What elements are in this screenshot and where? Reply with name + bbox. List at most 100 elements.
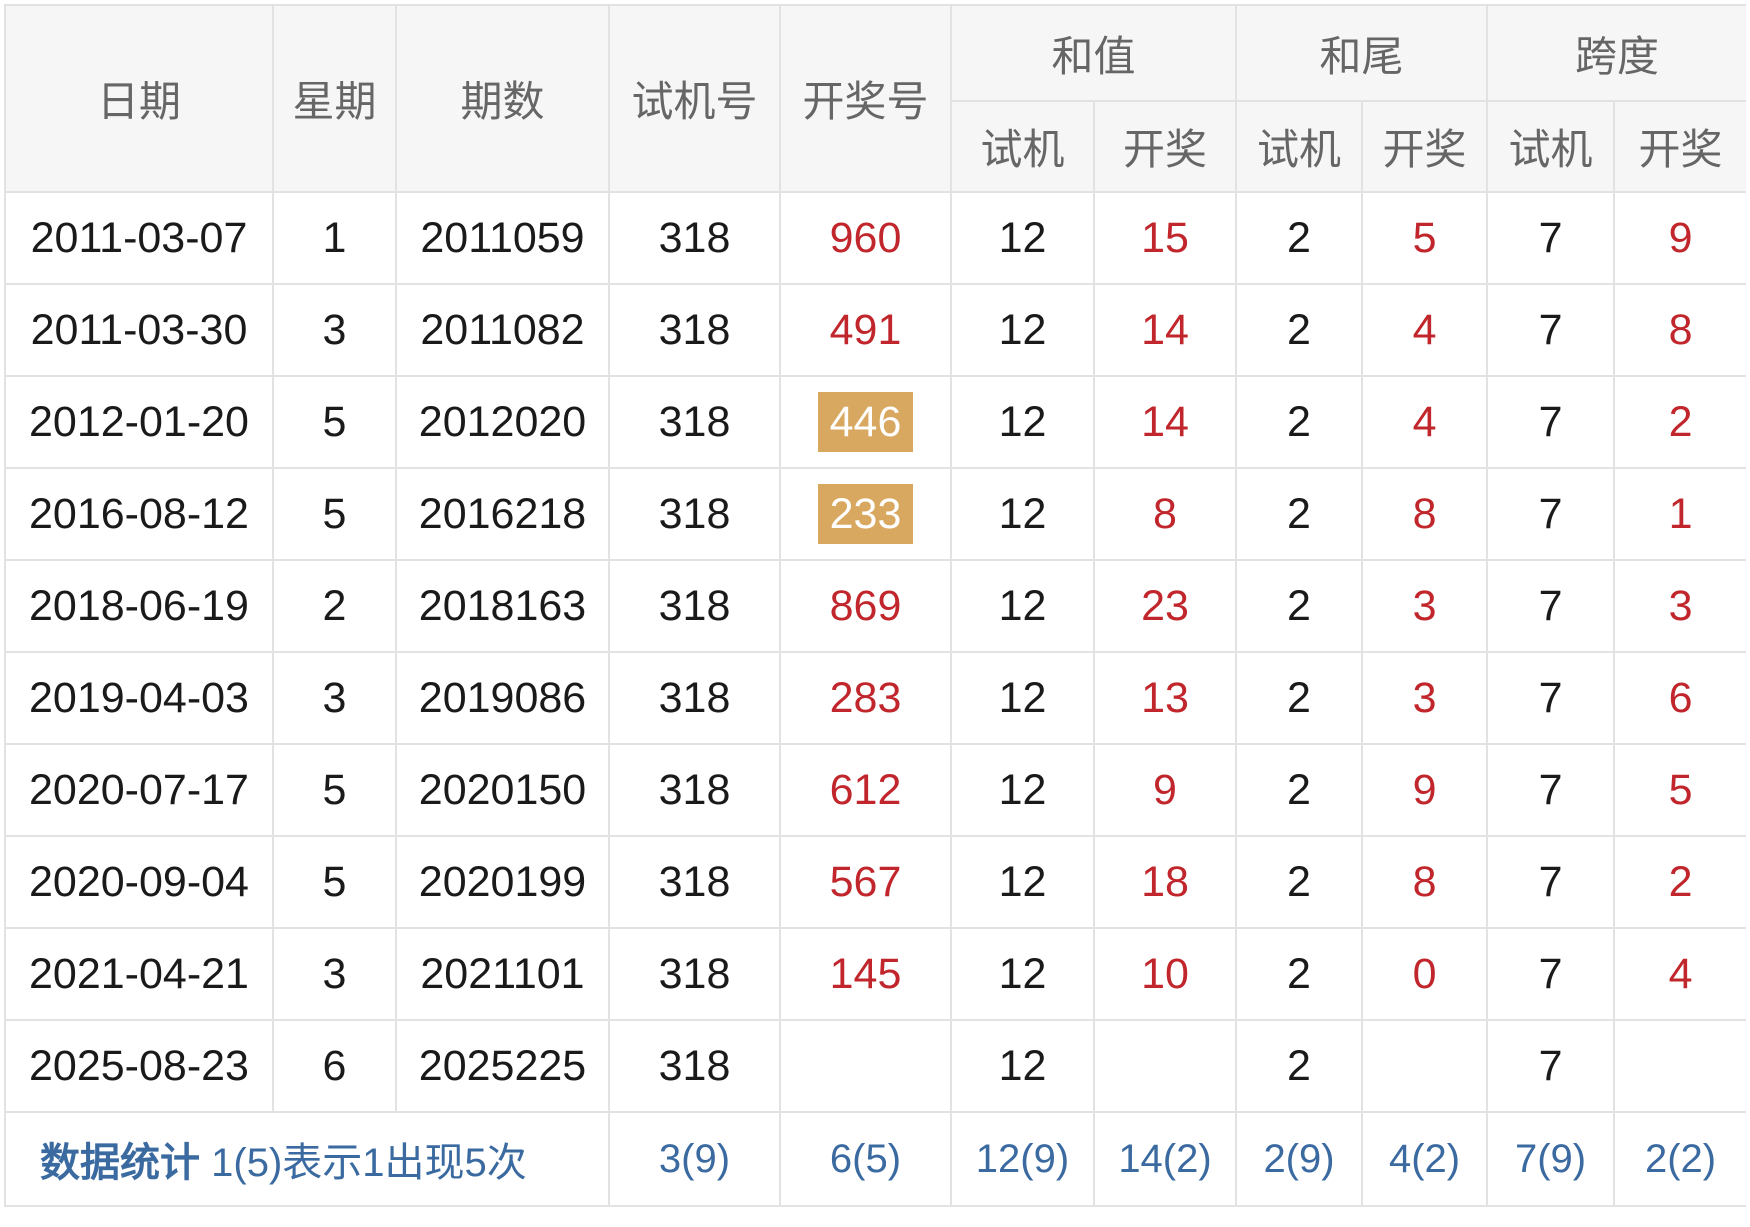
cell-draw-number: 491 bbox=[779, 283, 952, 377]
cell-span-trial: 7 bbox=[1486, 651, 1616, 745]
cell-issue: 2021101 bbox=[395, 927, 610, 1021]
cell-sum-draw: 14 bbox=[1092, 375, 1238, 469]
cell-span-draw: 8 bbox=[1613, 283, 1746, 377]
cell-draw-number: 233 bbox=[779, 467, 952, 561]
table-row: 2019-04-03 3 2019086 318 283 12 13 2 3 7 6 bbox=[4, 651, 1746, 745]
cell-span-trial: 7 bbox=[1486, 835, 1616, 929]
cell-draw-number: 960 bbox=[779, 191, 952, 285]
stats-sum-trial: 12(9) bbox=[950, 1111, 1095, 1207]
cell-sum-trial: 12 bbox=[950, 651, 1095, 745]
cell-tail-draw: 8 bbox=[1361, 467, 1489, 561]
cell-span-trial: 7 bbox=[1486, 743, 1616, 837]
cell-span-trial: 7 bbox=[1486, 283, 1616, 377]
table-body: 2011-03-07 1 2011059 318 960 12 15 2 5 7 9 2011-03-… bbox=[4, 191, 1746, 1113]
cell-span-draw: 2 bbox=[1613, 375, 1746, 469]
cell-sum-draw: 8 bbox=[1092, 467, 1238, 561]
cell-span-trial: 7 bbox=[1486, 559, 1616, 653]
cell-weekday: 5 bbox=[272, 375, 397, 469]
draw-number-highlight: 446 bbox=[817, 392, 914, 452]
cell-span-draw: 1 bbox=[1613, 467, 1746, 561]
cell-trial-number: 318 bbox=[608, 467, 781, 561]
cell-tail-trial: 2 bbox=[1235, 651, 1364, 745]
table-row: 2025-08-23 6 2025225 318 12 2 7 bbox=[4, 1019, 1746, 1113]
cell-draw-number: 145 bbox=[779, 927, 952, 1021]
trial-number-history-table: 日期 星期 期数 试机号 开奖号 和值 和尾 跨度 试机 开奖 试机 开奖 试机… bbox=[4, 4, 1746, 1207]
stats-label: 数据统计 1(5)表示1出现5次 bbox=[4, 1111, 610, 1207]
cell-tail-trial: 2 bbox=[1235, 283, 1364, 377]
cell-trial-number: 318 bbox=[608, 1019, 781, 1113]
cell-sum-draw bbox=[1092, 1019, 1238, 1113]
header-row-primary: 日期 星期 期数 试机号 开奖号 和值 和尾 跨度 bbox=[4, 4, 1746, 193]
cell-tail-draw: 4 bbox=[1361, 283, 1489, 377]
header-sum: 和值 bbox=[949, 4, 1238, 102]
lottery-history-panel: 日期 星期 期数 试机号 开奖号 和值 和尾 跨度 试机 开奖 试机 开奖 试机… bbox=[4, 4, 1746, 1222]
table-row: 2011-03-07 1 2011059 318 960 12 15 2 5 7 9 bbox=[4, 191, 1746, 285]
header-date: 日期 bbox=[4, 4, 274, 193]
cell-date: 2011-03-07 bbox=[4, 191, 274, 285]
cell-sum-draw: 18 bbox=[1092, 835, 1238, 929]
cell-issue: 2011082 bbox=[395, 283, 610, 377]
cell-span-draw: 9 bbox=[1613, 191, 1746, 285]
cell-span-trial: 7 bbox=[1486, 467, 1616, 561]
cell-draw-number bbox=[779, 1019, 952, 1113]
cell-sum-trial: 12 bbox=[950, 191, 1095, 285]
cell-sum-trial: 12 bbox=[950, 559, 1095, 653]
cell-tail-draw bbox=[1361, 1019, 1489, 1113]
stats-span-trial: 7(9) bbox=[1486, 1111, 1616, 1207]
cell-weekday: 1 bbox=[272, 191, 397, 285]
cell-span-trial: 7 bbox=[1486, 375, 1616, 469]
cell-trial-number: 318 bbox=[608, 191, 781, 285]
cell-date: 2025-08-23 bbox=[4, 1019, 274, 1113]
cell-tail-trial: 2 bbox=[1235, 191, 1364, 285]
header-tail-trial: 试机 bbox=[1235, 100, 1364, 193]
cell-sum-trial: 12 bbox=[950, 375, 1095, 469]
cell-trial-number: 318 bbox=[608, 743, 781, 837]
cell-trial-number: 318 bbox=[608, 559, 781, 653]
table-row: 2018-06-19 2 2018163 318 869 12 23 2 3 7 3 bbox=[4, 559, 1746, 653]
draw-number-highlight: 233 bbox=[817, 484, 914, 544]
cell-weekday: 5 bbox=[272, 743, 397, 837]
cell-span-trial: 7 bbox=[1486, 191, 1616, 285]
header-span-draw: 开奖 bbox=[1613, 100, 1746, 193]
cell-span-draw: 2 bbox=[1613, 835, 1746, 929]
cell-tail-trial: 2 bbox=[1235, 835, 1364, 929]
cell-trial-number: 318 bbox=[608, 835, 781, 929]
cell-draw-number: 283 bbox=[779, 651, 952, 745]
table-row: 2021-04-21 3 2021101 318 145 12 10 2 0 7 4 bbox=[4, 927, 1746, 1021]
cell-sum-trial: 12 bbox=[950, 467, 1095, 561]
cell-weekday: 5 bbox=[272, 835, 397, 929]
cell-tail-trial: 2 bbox=[1235, 927, 1364, 1021]
cell-sum-draw: 10 bbox=[1092, 927, 1238, 1021]
cell-tail-draw: 3 bbox=[1361, 559, 1489, 653]
cell-trial-number: 318 bbox=[608, 283, 781, 377]
header-span: 跨度 bbox=[1486, 4, 1746, 102]
cell-date: 2011-03-30 bbox=[4, 283, 274, 377]
cell-tail-draw: 4 bbox=[1361, 375, 1489, 469]
cell-date: 2018-06-19 bbox=[4, 559, 274, 653]
stats-draw: 6(5) bbox=[779, 1111, 952, 1207]
cell-draw-number: 567 bbox=[779, 835, 952, 929]
cell-trial-number: 318 bbox=[608, 651, 781, 745]
table-row: 2012-01-20 5 2012020 318 446 12 14 2 4 7 2 bbox=[4, 375, 1746, 469]
cell-sum-trial: 12 bbox=[950, 283, 1095, 377]
header-trial-number: 试机号 bbox=[608, 4, 781, 193]
cell-sum-trial: 12 bbox=[950, 927, 1095, 1021]
cell-date: 2020-07-17 bbox=[4, 743, 274, 837]
header-issue: 期数 bbox=[395, 4, 610, 193]
cell-tail-draw: 3 bbox=[1361, 651, 1489, 745]
header-sum-tail: 和尾 bbox=[1235, 4, 1489, 102]
cell-sum-trial: 12 bbox=[950, 1019, 1095, 1113]
cell-date: 2020-09-04 bbox=[4, 835, 274, 929]
table-row: 2011-03-30 3 2011082 318 491 12 14 2 4 7 8 bbox=[4, 283, 1746, 377]
header-sum-trial: 试机 bbox=[950, 100, 1095, 193]
cell-tail-draw: 9 bbox=[1361, 743, 1489, 837]
stats-trial: 3(9) bbox=[608, 1111, 781, 1207]
cell-sum-draw: 15 bbox=[1092, 191, 1238, 285]
cell-tail-trial: 2 bbox=[1235, 743, 1364, 837]
cell-span-draw bbox=[1613, 1019, 1746, 1113]
header-sum-draw: 开奖 bbox=[1092, 100, 1238, 193]
cell-span-draw: 5 bbox=[1613, 743, 1746, 837]
header-tail-draw: 开奖 bbox=[1361, 100, 1489, 193]
cell-date: 2016-08-12 bbox=[4, 467, 274, 561]
table-row: 2016-08-12 5 2016218 318 233 12 8 2 8 7 1 bbox=[4, 467, 1746, 561]
